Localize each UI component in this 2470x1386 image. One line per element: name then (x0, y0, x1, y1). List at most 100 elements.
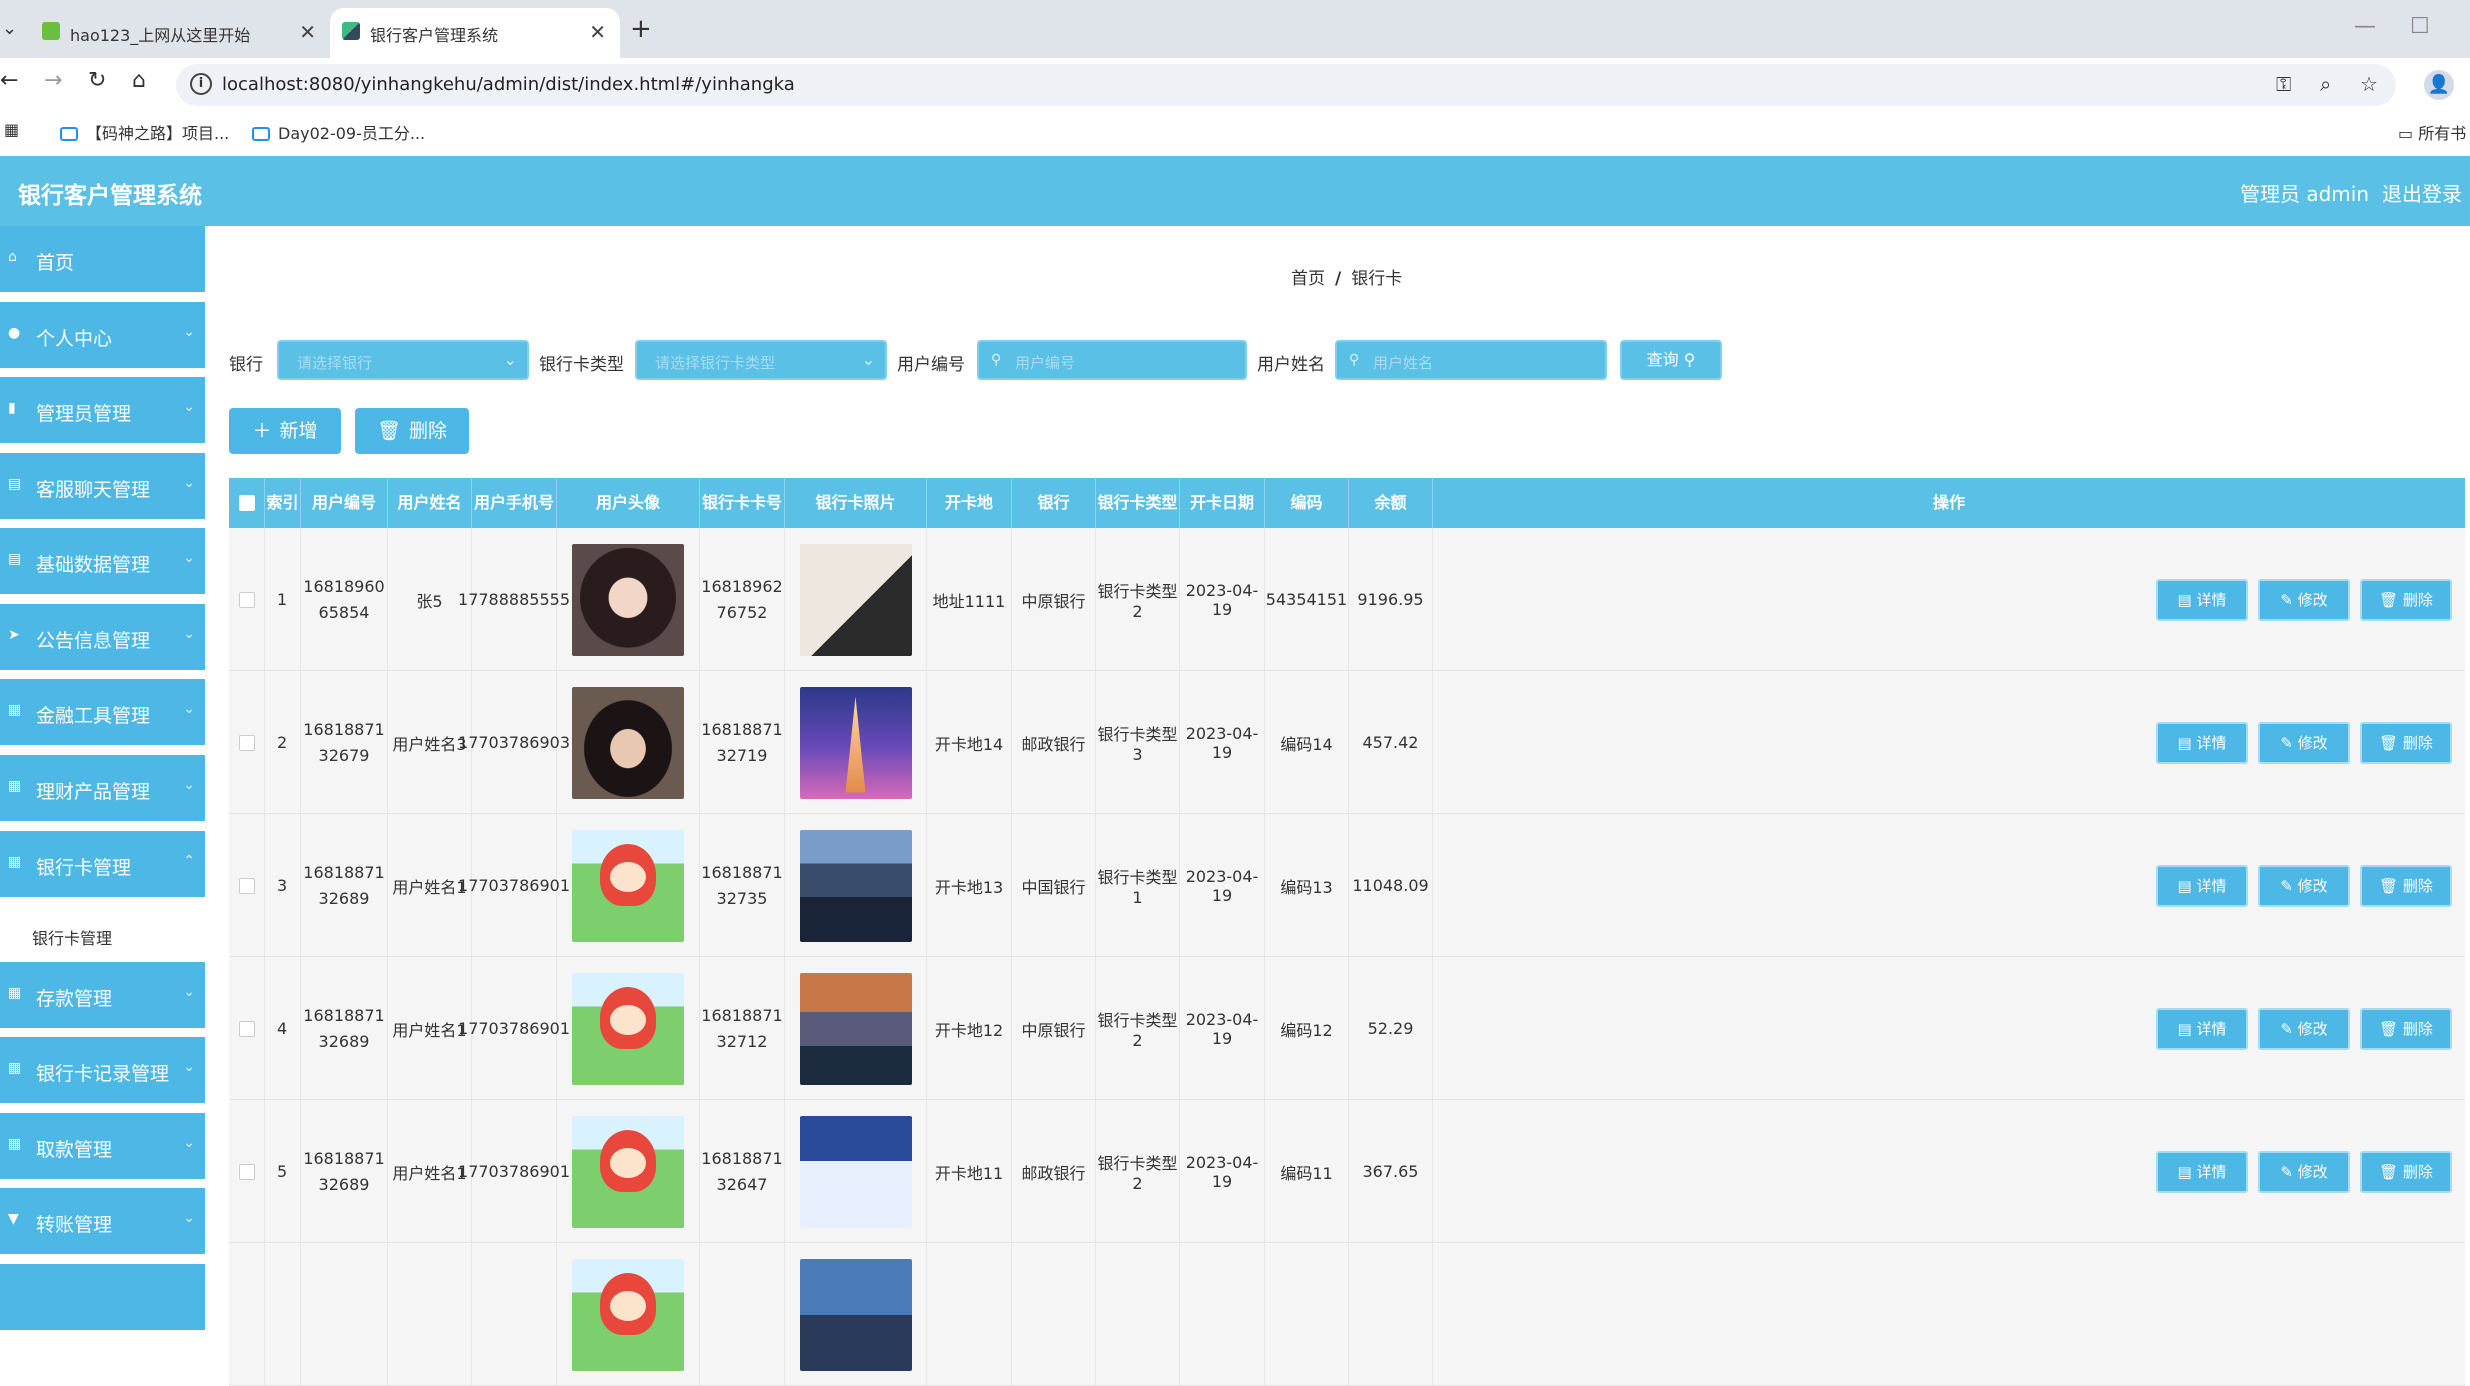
sidebar-item-more[interactable] (0, 1264, 205, 1332)
sidebar-item-bank-card-mgmt[interactable]: ▦ 银行卡管理 ⌃ (0, 831, 205, 899)
row-delete-button[interactable]: 🗑 删除 (2360, 864, 2452, 907)
detail-button[interactable]: ▤ 详情 (2156, 1150, 2248, 1193)
sidebar-item-personal-center[interactable]: ● 个人中心 ⌄ (0, 302, 205, 370)
tab-hao123[interactable]: hao123_上网从这里开始 ✕ (30, 8, 330, 58)
row-delete-button[interactable]: 🗑 删除 (2360, 1150, 2452, 1193)
detail-button[interactable]: ▤ 详情 (2156, 578, 2248, 621)
sidebar-item-chat-mgmt[interactable]: ▤ 客服聊天管理 ⌄ (0, 453, 205, 521)
sidebar-item-admin-mgmt[interactable]: ▮ 管理员管理 ⌄ (0, 377, 205, 445)
sidebar-item-notice-mgmt[interactable]: ➤ 公告信息管理 ⌄ (0, 604, 205, 672)
place-cell: 开卡地12 (927, 957, 1012, 1100)
card-photo-image[interactable] (799, 972, 912, 1085)
sidebar-item-transfer-mgmt[interactable]: ▼ 转账管理 ⌄ (0, 1188, 205, 1256)
user-avatar-image[interactable] (572, 1115, 684, 1228)
card-type-select[interactable]: 请选择银行卡类型 ⌄ (635, 340, 887, 380)
tab-search-icon[interactable]: ⌄ (2, 18, 17, 39)
row-delete-button[interactable]: 🗑 删除 (2360, 1007, 2452, 1050)
user-avatar-image[interactable] (572, 1258, 684, 1371)
header-phone: 用户手机号 (472, 478, 557, 528)
bookmarks-bar: ▦ 【码神之路】项目... Day02-09-员工分... ▭ 所有书 (0, 112, 2470, 154)
user-no-input[interactable]: ⚲ 用户编号 (977, 340, 1247, 380)
code-cell-text: 编码11 (1280, 1163, 1333, 1183)
sidebar-item-basic-data[interactable]: ▤ 基础数据管理 ⌄ (0, 528, 205, 596)
omnibox[interactable]: i localhost:8080/yinhangkehu/admin/dist/… (176, 64, 2396, 106)
card-photo-cell (785, 528, 927, 671)
zoom-icon[interactable]: ⌕ (2320, 72, 2331, 96)
card-no-cell: 1681887132719 (700, 671, 785, 814)
user-avatar-image[interactable] (572, 543, 684, 656)
detail-button[interactable]: ▤ 详情 (2156, 864, 2248, 907)
chevron-down-icon: ⌄ (183, 1135, 195, 1151)
apps-grid-icon[interactable]: ▦ (4, 120, 19, 139)
detail-button[interactable]: ▤ 详情 (2156, 1007, 2248, 1050)
url-text[interactable]: localhost:8080/yinhangkehu/admin/dist/in… (222, 74, 795, 95)
batch-delete-button[interactable]: 🗑 删除 (355, 408, 469, 454)
card-photo-image[interactable] (799, 1258, 912, 1371)
card-photo-image[interactable] (799, 1115, 912, 1228)
tab-bank-system[interactable]: 银行客户管理系统 ✕ (330, 8, 620, 58)
back-icon[interactable]: ← (0, 68, 18, 93)
row-checkbox[interactable] (238, 1020, 255, 1037)
bank-cell: 邮政银行 (1012, 1100, 1096, 1243)
edit-button[interactable]: ✎ 修改 (2258, 1150, 2350, 1193)
all-bookmarks[interactable]: ▭ 所有书 (2398, 120, 2466, 144)
bookmark-star-icon[interactable]: ☆ (2360, 72, 2378, 96)
bookmark-item[interactable]: Day02-09-员工分... (252, 120, 425, 144)
sidebar-item-finance-tools[interactable]: ▦ 金融工具管理 ⌄ (0, 679, 205, 747)
card-no-cell-text: 1681887132735 (701, 862, 783, 908)
minimize-icon[interactable]: — (2354, 14, 2376, 39)
submenu-bank-card[interactable]: 银行卡管理 (0, 907, 205, 963)
sidebar-item-home[interactable]: ⌂ 首页 (0, 226, 205, 294)
detail-button[interactable]: ▤ 详情 (2156, 721, 2248, 764)
user-name-input[interactable]: ⚲ 用户姓名 (1335, 340, 1607, 380)
user-avatar-image[interactable] (572, 972, 684, 1085)
sidebar-item-wealth-products[interactable]: ▦ 理财产品管理 ⌄ (0, 755, 205, 823)
chevron-down-icon: ⌄ (183, 701, 195, 717)
row-delete-button[interactable]: 🗑 删除 (2360, 721, 2452, 764)
filter-icon: ▼ (8, 1211, 19, 1227)
sidebar-item-card-records[interactable]: ▦ 银行卡记录管理 ⌄ (0, 1037, 205, 1105)
row-delete-button[interactable]: 🗑 删除 (2360, 578, 2452, 621)
add-button[interactable]: ＋ 新增 (229, 408, 341, 454)
card-photo-image[interactable] (799, 543, 912, 656)
table-row (229, 1243, 2465, 1386)
password-key-icon[interactable]: ⚿ (2276, 72, 2291, 96)
user-name-placeholder: 用户姓名 (1373, 354, 1434, 372)
row-checkbox[interactable] (238, 1163, 255, 1180)
breadcrumb-home[interactable]: 首页 (1291, 269, 1325, 289)
close-icon[interactable]: ✕ (589, 20, 606, 44)
index-cell-text: 5 (277, 1162, 288, 1181)
user-avatar-image[interactable] (572, 686, 684, 799)
logout-button[interactable]: 退出登录 (2382, 178, 2462, 207)
row-checkbox[interactable] (238, 734, 255, 751)
detail-icon: ▤ (2177, 590, 2197, 609)
home-icon[interactable]: ⌂ (132, 68, 146, 93)
edit-button[interactable]: ✎ 修改 (2258, 864, 2350, 907)
reload-icon[interactable]: ↻ (88, 68, 106, 93)
forward-icon[interactable]: → (44, 68, 62, 93)
edit-button[interactable]: ✎ 修改 (2258, 721, 2350, 764)
select-all-checkbox[interactable] (239, 495, 255, 511)
bank-select[interactable]: 请选择银行 ⌄ (277, 340, 529, 380)
row-checkbox[interactable] (238, 591, 255, 608)
card-photo-image[interactable] (799, 829, 912, 942)
new-tab-button[interactable]: + (630, 14, 652, 44)
query-button[interactable]: 查询 ⚲ (1620, 340, 1722, 380)
row-checkbox[interactable] (238, 877, 255, 894)
sidebar-item-label: 理财产品管理 (36, 781, 151, 803)
profile-icon[interactable]: 👤 (2424, 70, 2454, 100)
table-row: 5 1681887132689 用户姓名1 17703786901 1681887132… (229, 1100, 2465, 1243)
site-info-icon[interactable]: i (190, 73, 212, 95)
header-user-no: 用户编号 (301, 478, 388, 528)
user-avatar-image[interactable] (572, 829, 684, 942)
bookmark-item[interactable]: 【码神之路】项目... (60, 120, 229, 144)
card-photo-cell (785, 814, 927, 957)
close-icon[interactable]: ✕ (299, 20, 316, 44)
edit-button[interactable]: ✎ 修改 (2258, 578, 2350, 621)
maximize-icon[interactable]: ☐ (2410, 14, 2430, 39)
card-photo-image[interactable] (799, 686, 912, 799)
sidebar-item-withdraw-mgmt[interactable]: ▦ 取款管理 ⌄ (0, 1113, 205, 1181)
sidebar-item-deposit-mgmt[interactable]: ▦ 存款管理 ⌄ (0, 962, 205, 1030)
edit-button[interactable]: ✎ 修改 (2258, 1007, 2350, 1050)
code-cell: 编码12 (1265, 957, 1349, 1100)
